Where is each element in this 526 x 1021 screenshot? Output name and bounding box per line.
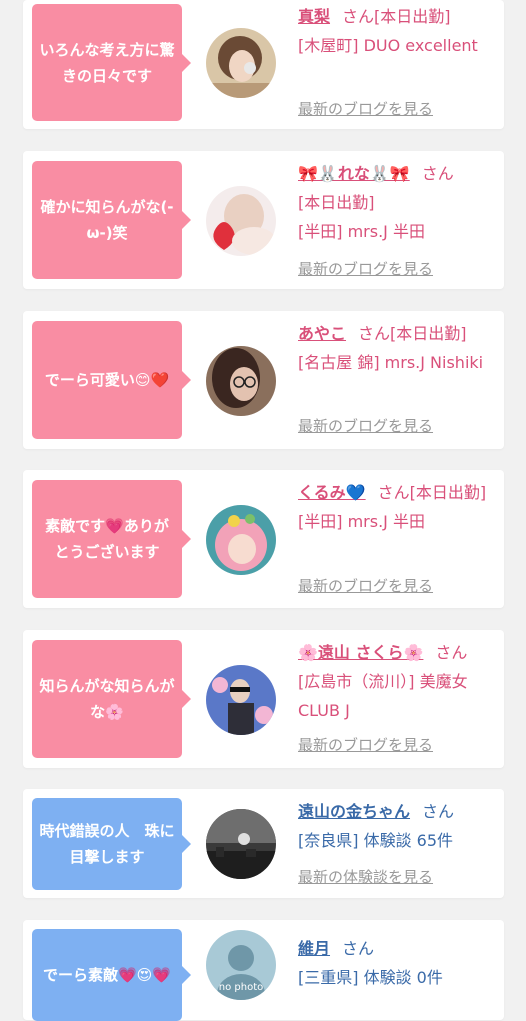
review-card: 確かに知らんがな(-ω-)笑 🎀🐰れな🐰🎀 さん [本日出勤] [半田] mrs.…: [23, 151, 504, 289]
shop-name: [半田] mrs.J 半田: [298, 222, 425, 241]
latest-blog-link[interactable]: 最新のブログを見る: [298, 575, 433, 596]
user-info: 維月 さん [三重県] 体験談 0件: [298, 934, 500, 992]
avatar[interactable]: [206, 505, 276, 575]
user-name-link[interactable]: 真梨: [298, 7, 330, 26]
user-info: あやこ さん[本日出勤] [名古屋 錦] mrs.J Nishiki: [298, 319, 500, 377]
comment-text: でーら可愛い😊❤️: [44, 371, 170, 389]
avatar[interactable]: [206, 346, 276, 416]
avatar[interactable]: [206, 186, 276, 256]
shop-name: [木屋町] DUO excellent: [298, 36, 478, 55]
honorific: さん: [435, 643, 468, 662]
shop-name: [奈良県] 体験談 65件: [298, 831, 454, 850]
review-card: いろんな考え方に驚きの日々です 真梨 さん[本日出勤] [木屋町] DUO exc…: [23, 0, 504, 129]
comment-text: いろんな考え方に驚きの日々です: [39, 40, 175, 85]
review-card: 素敵です💗ありがとうございます くるみ💙 さん[本日出勤] [半田] mrs.J …: [23, 470, 504, 608]
work-status: [本日出勤]: [409, 483, 487, 502]
honorific: さん: [422, 802, 455, 821]
no-photo-label: no photo: [219, 982, 263, 993]
comment-text: 素敵です💗ありがとうございます: [45, 517, 169, 561]
latest-blog-link[interactable]: 最新のブログを見る: [298, 415, 433, 436]
honorific: さん: [377, 483, 410, 502]
user-name-link[interactable]: 🌸遠山 さくら🌸: [298, 643, 423, 662]
user-name-link[interactable]: 🎀🐰れな🐰🎀: [298, 164, 410, 183]
shop-name: [広島市（流川）] 美魔女CLUB J: [298, 672, 468, 720]
comment-bubble: でーら可愛い😊❤️: [32, 321, 191, 439]
user-info: くるみ💙 さん[本日出勤] [半田] mrs.J 半田: [298, 478, 500, 536]
work-status: [本日出勤]: [374, 7, 451, 26]
latest-blog-link[interactable]: 最新のブログを見る: [298, 98, 433, 119]
latest-blog-link[interactable]: 最新のブログを見る: [298, 258, 433, 279]
comment-bubble: いろんな考え方に驚きの日々です: [32, 4, 191, 121]
comment-bubble: でーら素敵💗😍💗: [32, 929, 191, 1021]
user-name-link[interactable]: くるみ💙: [298, 483, 366, 502]
work-status: [本日出勤]: [298, 193, 375, 212]
user-name-link[interactable]: 遠山の金ちゃん: [298, 802, 410, 821]
user-info: 🌸遠山 さくら🌸 さん [広島市（流川）] 美魔女CLUB J: [298, 638, 500, 725]
user-info: 真梨 さん[本日出勤] [木屋町] DUO excellent: [298, 2, 500, 60]
comment-text: 時代錯誤の人 珠に目撃します: [39, 822, 175, 866]
comment-text: でーら素敵💗😍💗: [43, 966, 171, 984]
shop-name: [半田] mrs.J 半田: [298, 512, 425, 531]
user-name-link[interactable]: 維月: [298, 939, 330, 958]
review-card: 知らんがな知らんがな🌸 🌸遠山 さくら🌸 さん [広島市（流川）] 美魔女CLUB…: [23, 630, 504, 768]
comment-bubble: 時代錯誤の人 珠に目撃します: [32, 798, 191, 890]
latest-blog-link[interactable]: 最新のブログを見る: [298, 734, 433, 755]
review-card: でーら可愛い😊❤️ あやこ さん[本日出勤] [名古屋 錦] mrs.J Nish…: [23, 311, 504, 449]
shop-name: [名古屋 錦] mrs.J Nishiki: [298, 353, 484, 372]
avatar[interactable]: [206, 665, 276, 735]
latest-review-link[interactable]: 最新の体験談を見る: [298, 866, 433, 887]
honorific: さん: [358, 324, 391, 343]
comment-bubble: 知らんがな知らんがな🌸: [32, 640, 191, 758]
shop-name: [三重県] 体験談 0件: [298, 968, 443, 987]
honorific: さん: [342, 7, 375, 26]
comment-text: 知らんがな知らんがな🌸: [39, 677, 175, 721]
avatar[interactable]: no photo: [206, 930, 276, 1000]
comment-bubble: 確かに知らんがな(-ω-)笑: [32, 161, 191, 279]
avatar[interactable]: [206, 28, 276, 98]
review-card: でーら素敵💗😍💗 no photo 維月 さん [三重県] 体験談 0件: [23, 920, 504, 1021]
comment-bubble: 素敵です💗ありがとうございます: [32, 480, 191, 598]
user-info: 🎀🐰れな🐰🎀 さん [本日出勤] [半田] mrs.J 半田: [298, 159, 500, 246]
honorific: さん: [342, 939, 375, 958]
user-name-link[interactable]: あやこ: [298, 324, 346, 343]
user-info: 遠山の金ちゃん さん [奈良県] 体験談 65件: [298, 797, 500, 855]
honorific: さん: [421, 164, 454, 183]
work-status: [本日出勤]: [390, 324, 467, 343]
avatar[interactable]: [206, 809, 276, 879]
review-card: 時代錯誤の人 珠に目撃します 遠山の金ちゃん さん [奈良県] 体験談 65件 最…: [23, 789, 504, 898]
comment-text: 確かに知らんがな(-ω-)笑: [40, 198, 174, 242]
